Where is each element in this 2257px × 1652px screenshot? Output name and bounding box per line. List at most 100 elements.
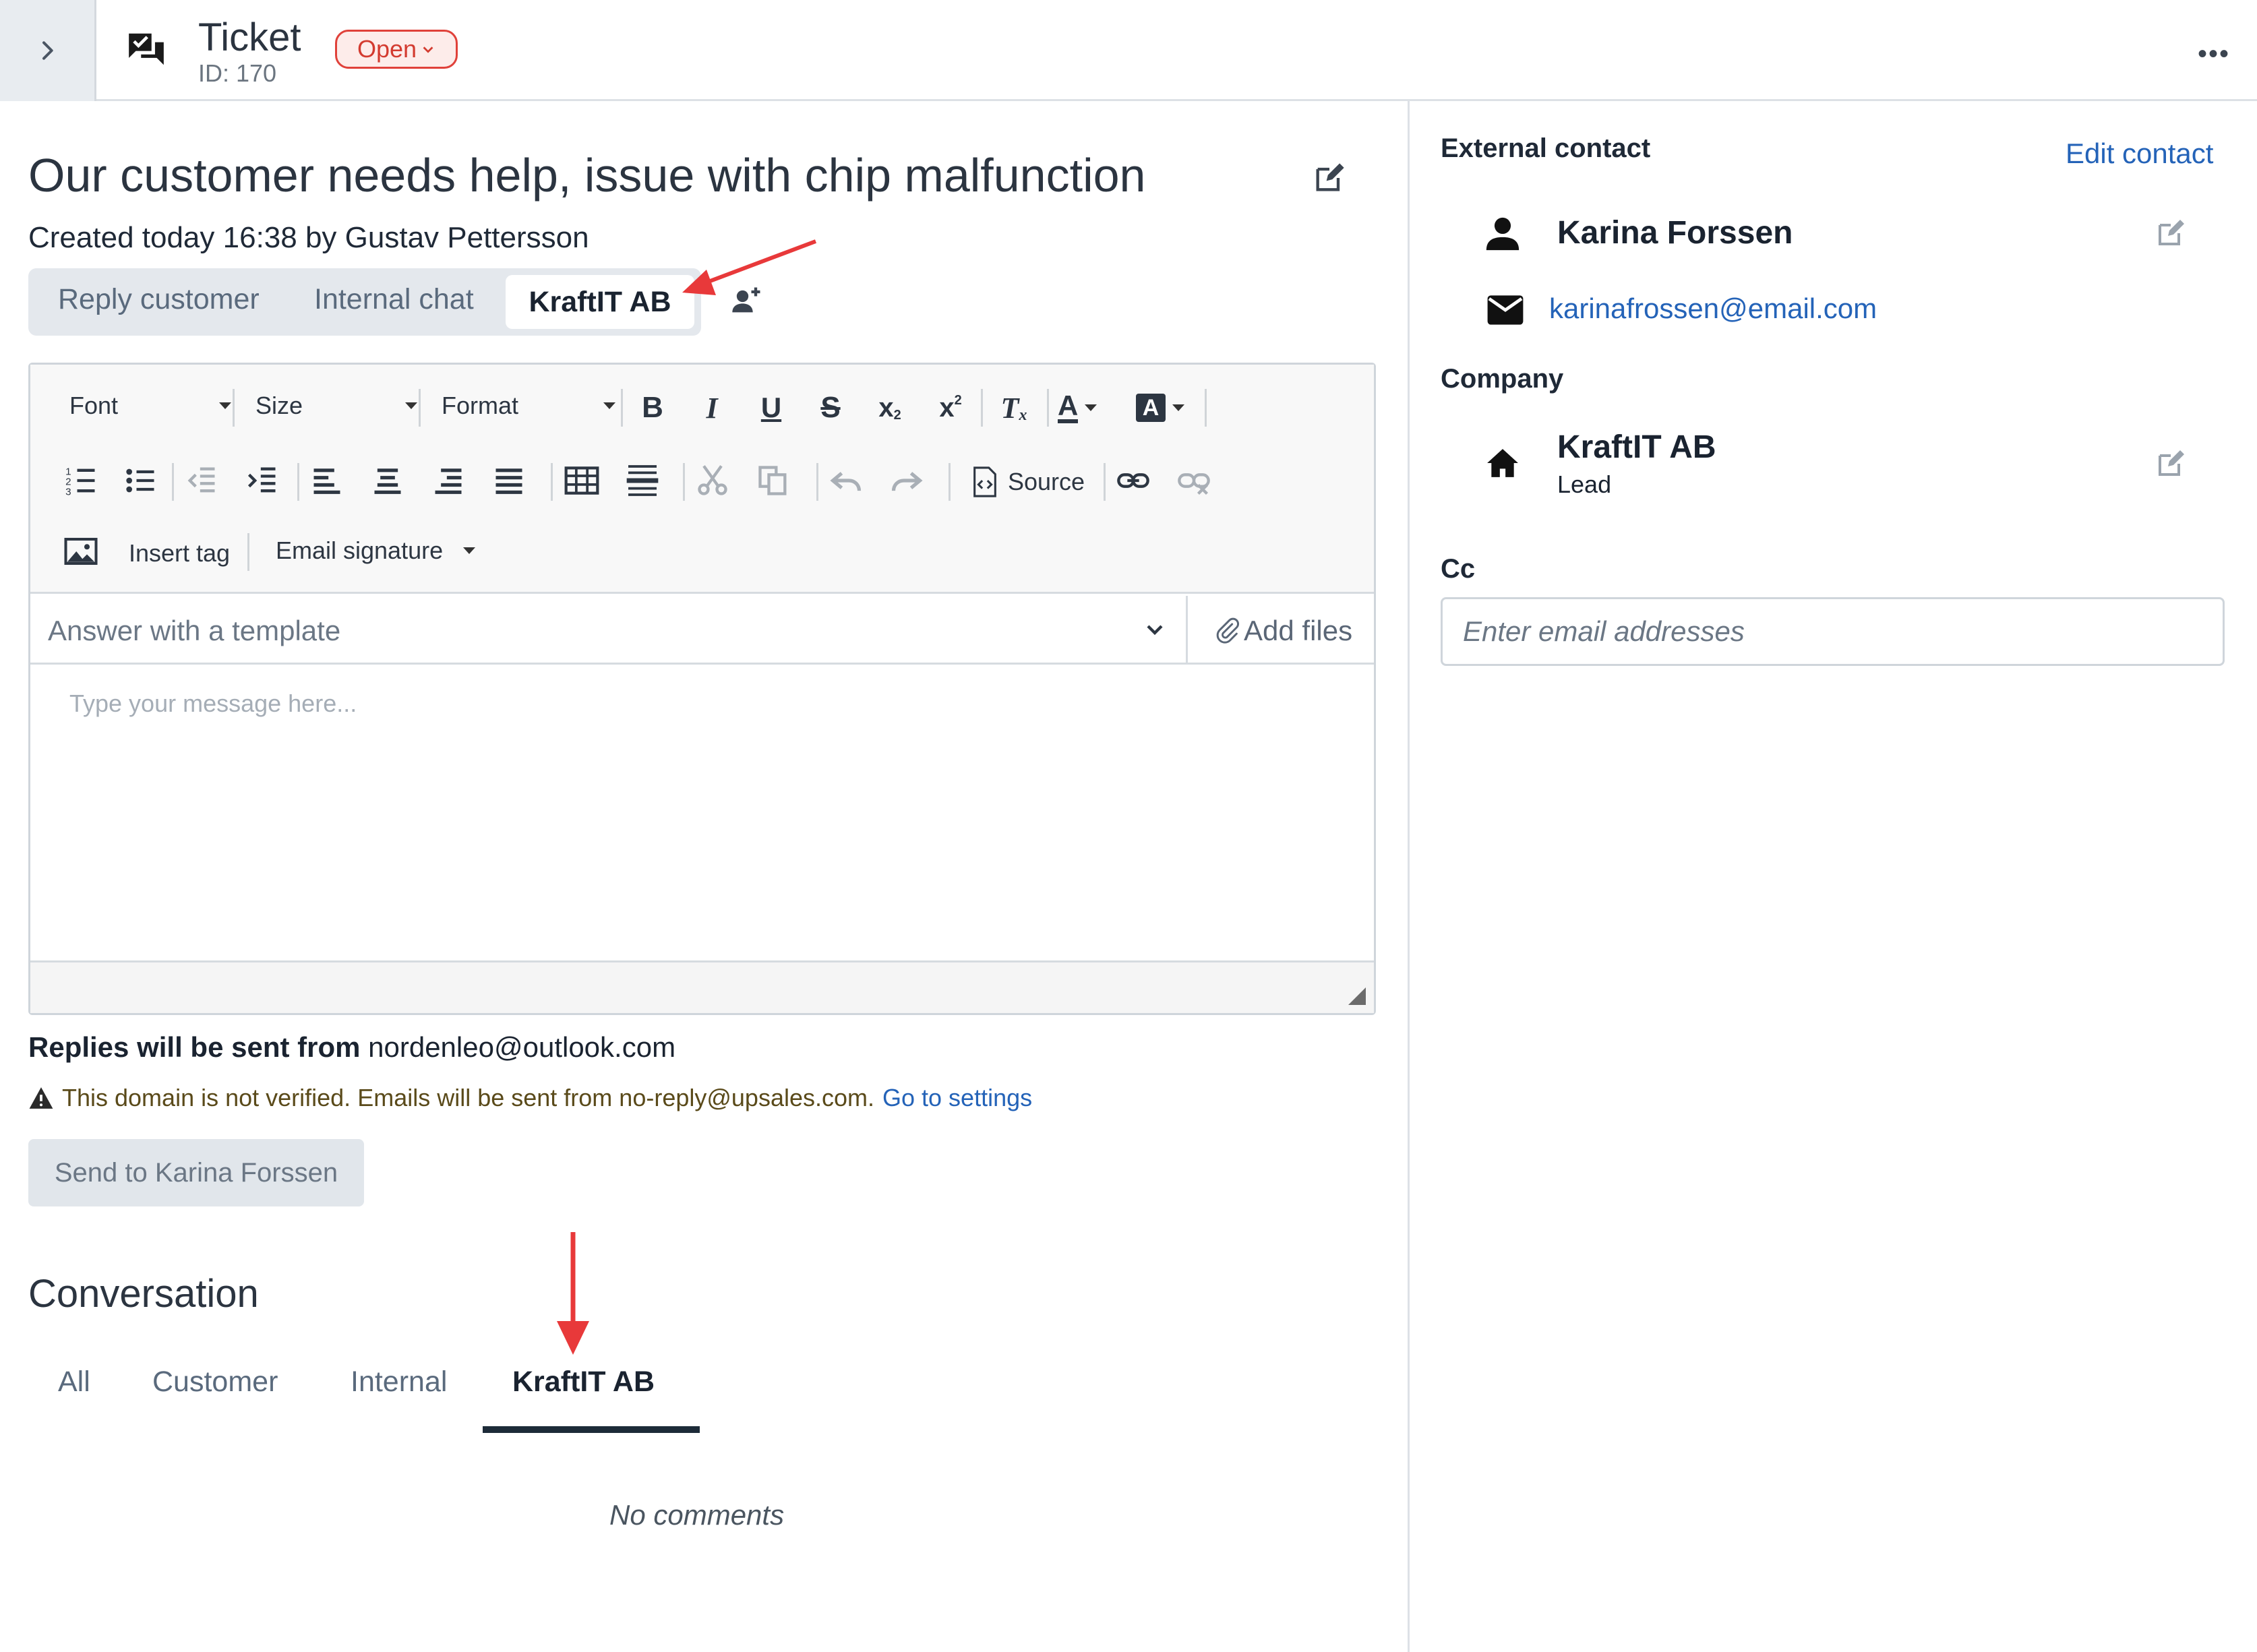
domain-warning: This domain is not verified. Emails will… (28, 1084, 1032, 1112)
unlink-icon[interactable] (1176, 463, 1211, 498)
ticket-subject: Our customer needs help, issue with chip… (28, 149, 1146, 202)
person-icon (1486, 217, 1519, 251)
edit-icon[interactable] (2155, 217, 2187, 249)
more-options-button[interactable]: ••• (2198, 39, 2230, 69)
toolbar-separator (816, 463, 818, 501)
cut-icon[interactable] (695, 463, 730, 498)
undo-icon[interactable] (829, 463, 864, 498)
toolbar-separator (1047, 389, 1049, 427)
conversation-tab-customer[interactable]: Customer (152, 1366, 278, 1399)
ticket-id: ID: 170 (198, 59, 277, 87)
expand-sidebar-button[interactable] (0, 0, 96, 101)
resize-handle[interactable] (1348, 987, 1366, 1005)
send-button[interactable]: Send to Karina Forssen (28, 1139, 364, 1206)
edit-icon[interactable] (2155, 448, 2187, 480)
size-dropdown[interactable]: Size (255, 392, 417, 420)
conversation-tab-internal[interactable]: Internal (351, 1366, 447, 1399)
source-label: Source (1008, 468, 1085, 495)
underline-icon[interactable]: U (748, 388, 795, 428)
font-label: Font (69, 392, 119, 419)
active-tab-indicator (483, 1426, 700, 1433)
chevron-right-icon (42, 41, 53, 60)
message-editor: Font Size Format B I U S x2 x2 Tx A A 12… (28, 363, 1376, 1015)
image-icon[interactable] (63, 533, 99, 570)
numbered-list-icon[interactable]: 123 (64, 463, 99, 498)
bulleted-list-icon[interactable] (123, 463, 158, 498)
background-color-icon[interactable]: A (1136, 388, 1210, 428)
toolbar-separator (247, 533, 249, 571)
text-color-icon[interactable]: A (1058, 388, 1125, 428)
status-dropdown[interactable]: Open (335, 30, 458, 69)
editor-footer (30, 960, 1374, 1013)
edit-icon[interactable] (1312, 160, 1347, 195)
conversation-tab-kraftit-ab[interactable]: KraftIT AB (512, 1366, 655, 1399)
subscript-icon[interactable]: x2 (866, 388, 913, 428)
toolbar-separator (297, 463, 299, 501)
tab-reply-customer[interactable]: Reply customer (58, 283, 260, 316)
horizontal-line-icon[interactable] (624, 462, 661, 499)
email-signature-dropdown[interactable]: Email signature (276, 532, 476, 570)
go-to-settings-link[interactable]: Go to settings (882, 1084, 1032, 1112)
link-icon[interactable] (1116, 463, 1151, 498)
align-right-icon[interactable] (431, 463, 466, 498)
company-status: Lead (1557, 470, 1612, 498)
toolbar-separator (949, 463, 951, 501)
toolbar-separator (419, 389, 421, 427)
created-info: Created today 16:38 by Gustav Pettersson (28, 221, 589, 254)
copy-icon[interactable] (756, 463, 791, 498)
source-button[interactable]: Source (971, 463, 1085, 501)
align-center-icon[interactable] (370, 463, 405, 498)
company-heading: Company (1441, 364, 1564, 394)
replies-from-address: nordenleo@outlook.com (368, 1031, 676, 1063)
superscript-icon[interactable]: x2 (927, 388, 974, 428)
email-signature-label: Email signature (276, 537, 444, 564)
company-name[interactable]: KraftIT AB (1557, 429, 1716, 466)
edit-contact-link[interactable]: Edit contact (2066, 137, 2213, 170)
indent-icon[interactable] (245, 463, 280, 498)
conversation-tab-all[interactable]: All (58, 1366, 90, 1399)
annotation-arrow (557, 1232, 589, 1355)
table-icon[interactable] (563, 462, 601, 499)
replies-from-label: Replies will be sent from (28, 1031, 361, 1063)
contact-name: Karina Forssen (1557, 215, 1793, 251)
add-files-button[interactable]: Add files (1214, 615, 1352, 647)
cc-email-input[interactable]: Enter email addresses (1441, 597, 2225, 666)
toolbar-separator (1205, 389, 1207, 427)
tab-internal-chat[interactable]: Internal chat (314, 283, 474, 316)
bold-icon[interactable]: B (629, 388, 676, 428)
toolbar-separator (981, 389, 983, 427)
home-icon (1487, 449, 1518, 477)
font-dropdown[interactable]: Font (69, 392, 231, 420)
annotation-arrow (682, 239, 817, 295)
redo-icon[interactable] (889, 463, 924, 498)
envelope-icon (1487, 295, 1524, 325)
size-label: Size (255, 392, 303, 419)
align-justify-icon[interactable] (491, 463, 526, 498)
format-dropdown[interactable]: Format (442, 392, 615, 420)
ticket-header: Ticket ID: 170 Open ••• (0, 0, 2257, 101)
insert-tag-button[interactable]: Insert tag (129, 534, 230, 572)
format-label: Format (442, 392, 519, 419)
toolbar-separator (1104, 463, 1106, 501)
remove-format-icon[interactable]: Tx (990, 388, 1037, 428)
message-input[interactable]: Type your message here... (69, 690, 357, 718)
contact-email-link[interactable]: karinafrossen@email.com (1549, 293, 1877, 325)
no-comments-text: No comments (609, 1499, 785, 1531)
editor-toolbar: Font Size Format B I U S x2 x2 Tx A A 12… (30, 365, 1374, 594)
strikethrough-icon[interactable]: S (807, 388, 854, 428)
toolbar-separator (172, 463, 174, 501)
align-left-icon[interactable] (309, 463, 344, 498)
warning-icon (29, 1087, 53, 1109)
toolbar-separator (683, 463, 685, 501)
cc-heading: Cc (1441, 554, 1476, 584)
external-contact-heading: External contact (1441, 133, 1651, 163)
italic-icon[interactable]: I (688, 388, 735, 428)
tab-kraftit-ab[interactable]: KraftIT AB (506, 275, 694, 329)
outdent-icon[interactable] (184, 463, 219, 498)
toolbar-separator (621, 389, 623, 427)
template-row: Answer with a template Add files (30, 596, 1374, 665)
template-select[interactable]: Answer with a template (48, 615, 340, 647)
chevron-down-icon[interactable] (1141, 616, 1168, 643)
add-files-label: Add files (1244, 615, 1353, 646)
status-label: Open (357, 35, 417, 63)
